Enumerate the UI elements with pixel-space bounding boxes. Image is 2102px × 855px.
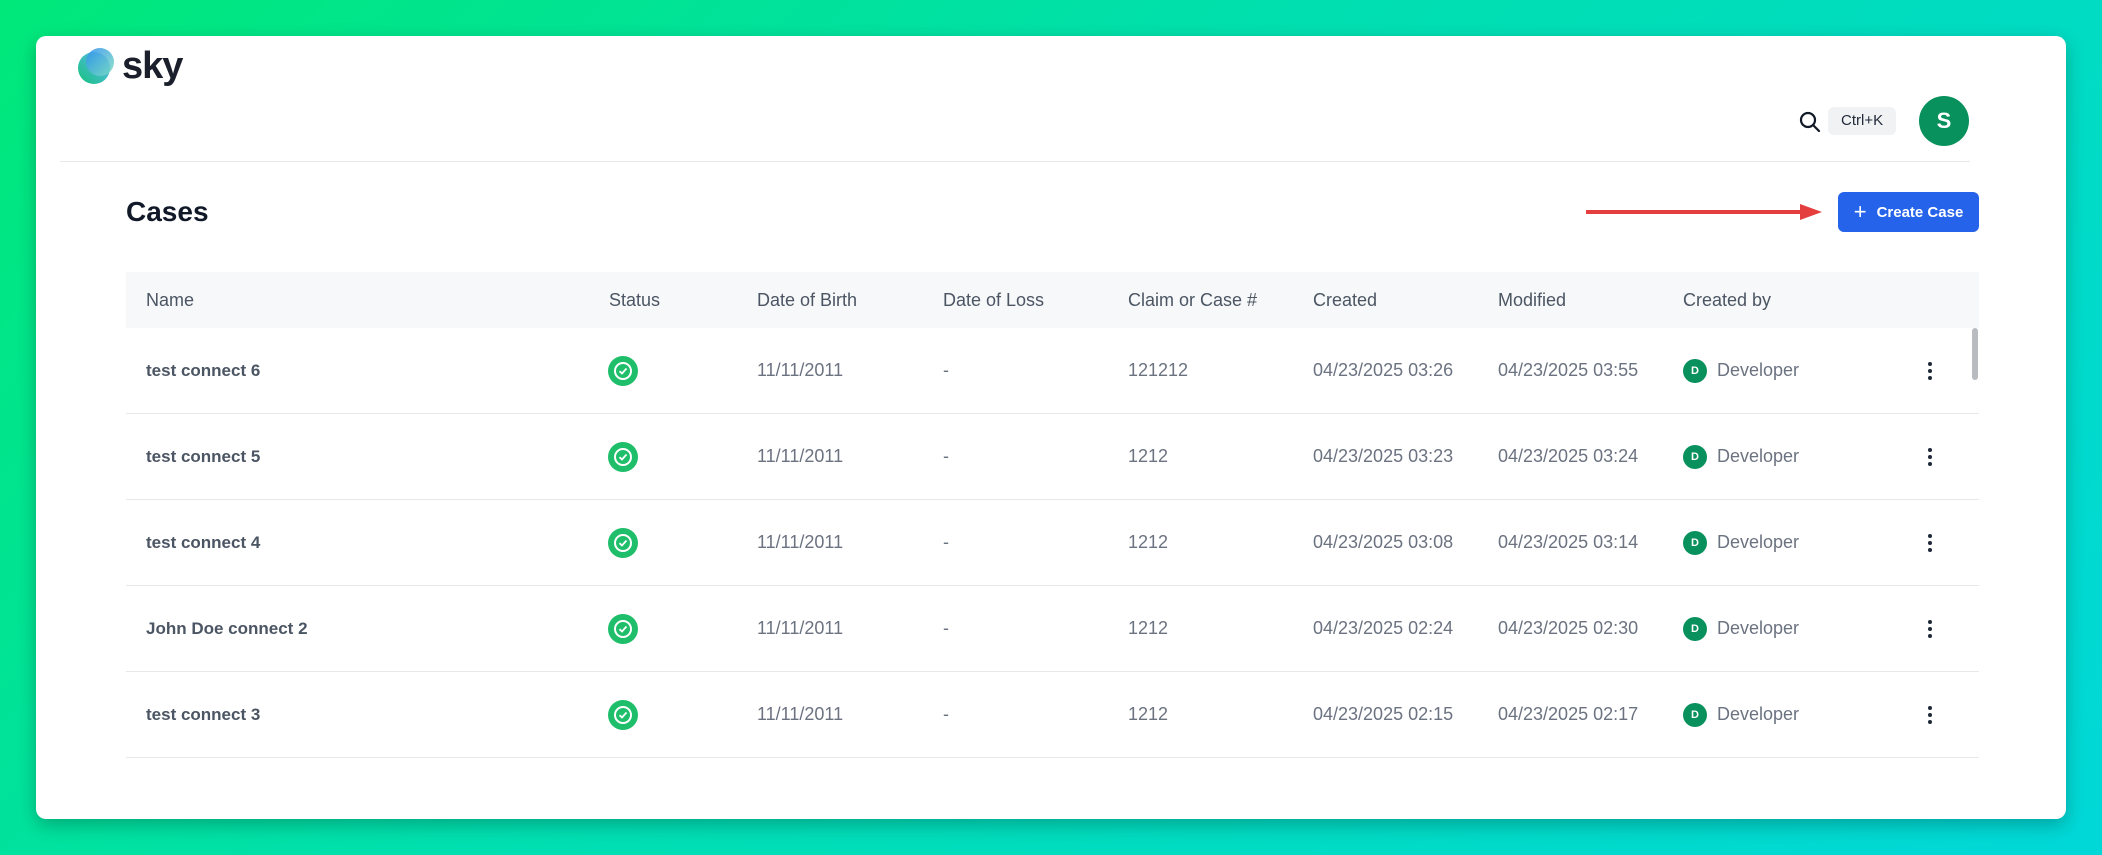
column-header-created[interactable]: Created (1313, 290, 1377, 311)
creator-name: Developer (1717, 704, 1800, 724)
case-name[interactable]: test connect 5 (146, 447, 260, 467)
check-circle-icon (608, 355, 638, 386)
claim-number: 1212 (1128, 532, 1169, 552)
claim-number: 1212 (1128, 446, 1169, 466)
claim-number: 1212 (1128, 618, 1169, 638)
case-name[interactable]: John Doe connect 2 (146, 619, 308, 639)
logo[interactable]: sky (74, 44, 183, 88)
more-vertical-icon[interactable] (1922, 531, 1938, 555)
table-row[interactable]: test connect 6 11/11/2011 - 121212 04/23… (126, 328, 1979, 414)
table-row[interactable]: test connect 4 11/11/2011 - 1212 04/23/2… (126, 500, 1979, 586)
search-icon[interactable] (1799, 111, 1821, 133)
create-case-label: Create Case (1876, 203, 1964, 221)
creator-avatar: D (1683, 444, 1707, 469)
annotation-arrow (1586, 204, 1822, 220)
created-by: D Developer (1683, 358, 1800, 383)
creator-avatar: D (1683, 702, 1707, 727)
plus-icon: + (1853, 199, 1867, 224)
case-name[interactable]: test connect 6 (146, 361, 260, 381)
cases-table: Name Status Date of Birth Date of Loss C… (126, 272, 1979, 758)
creator-name: Developer (1717, 360, 1800, 380)
table-scrollbar[interactable] (1972, 328, 1978, 380)
sky-logo-icon (78, 48, 114, 84)
check-circle-icon (608, 613, 638, 644)
modified-date: 04/23/2025 02:17 (1498, 704, 1639, 724)
create-case-button[interactable]: + Create Case (1838, 192, 1979, 232)
table-row[interactable]: John Doe connect 2 11/11/2011 - 1212 04/… (126, 586, 1979, 672)
creator-name: Developer (1717, 532, 1800, 552)
created-by: D Developer (1683, 444, 1800, 469)
date-of-birth: 11/11/2011 (757, 360, 844, 380)
claim-number: 121212 (1128, 360, 1189, 380)
column-header-name[interactable]: Name (146, 290, 194, 311)
date-of-loss: - (943, 446, 949, 466)
table-row[interactable]: test connect 3 11/11/2011 - 1212 04/23/2… (126, 672, 1979, 758)
column-header-created-by[interactable]: Created by (1683, 290, 1771, 311)
modified-date: 04/23/2025 03:55 (1498, 360, 1639, 380)
creator-avatar: D (1683, 358, 1707, 383)
date-of-loss: - (943, 618, 949, 638)
created-date: 04/23/2025 02:24 (1313, 618, 1454, 638)
column-header-modified[interactable]: Modified (1498, 290, 1566, 311)
check-circle-icon (608, 699, 638, 730)
column-header-status[interactable]: Status (609, 290, 660, 311)
more-vertical-icon[interactable] (1922, 445, 1938, 469)
table-header: Name Status Date of Birth Date of Loss C… (126, 272, 1979, 328)
column-header-dol[interactable]: Date of Loss (943, 290, 1044, 311)
more-vertical-icon[interactable] (1922, 617, 1938, 641)
creator-name: Developer (1717, 446, 1800, 466)
top-bar (60, 54, 1970, 162)
case-name[interactable]: test connect 4 (146, 533, 260, 553)
check-circle-icon (608, 441, 638, 472)
created-date: 04/23/2025 03:23 (1313, 446, 1454, 466)
date-of-loss: - (943, 532, 949, 552)
creator-avatar: D (1683, 530, 1707, 555)
created-by: D Developer (1683, 616, 1800, 641)
column-header-dob[interactable]: Date of Birth (757, 290, 857, 311)
created-date: 04/23/2025 03:26 (1313, 360, 1454, 380)
created-date: 04/23/2025 02:15 (1313, 704, 1454, 724)
date-of-birth: 11/11/2011 (757, 446, 844, 466)
column-header-claim[interactable]: Claim or Case # (1128, 290, 1257, 311)
modified-date: 04/23/2025 03:24 (1498, 446, 1639, 466)
date-of-birth: 11/11/2011 (757, 704, 844, 724)
case-name[interactable]: test connect 3 (146, 705, 260, 725)
created-date: 04/23/2025 03:08 (1313, 532, 1454, 552)
date-of-birth: 11/11/2011 (757, 618, 844, 638)
user-avatar[interactable]: S (1919, 96, 1969, 146)
logo-text: sky (122, 44, 183, 87)
claim-number: 1212 (1128, 704, 1169, 724)
date-of-loss: - (943, 360, 949, 380)
table-row[interactable]: test connect 5 11/11/2011 - 1212 04/23/2… (126, 414, 1979, 500)
date-of-loss: - (943, 704, 949, 724)
check-circle-icon (608, 527, 638, 558)
creator-avatar: D (1683, 616, 1707, 641)
page-title: Cases (126, 196, 209, 227)
modified-date: 04/23/2025 03:14 (1498, 532, 1639, 552)
search-shortcut[interactable]: Ctrl+K (1828, 107, 1897, 135)
more-vertical-icon[interactable] (1922, 703, 1938, 727)
more-vertical-icon[interactable] (1922, 359, 1938, 383)
creator-name: Developer (1717, 618, 1800, 638)
created-by: D Developer (1683, 530, 1800, 555)
created-by: D Developer (1683, 702, 1800, 727)
modified-date: 04/23/2025 02:30 (1498, 618, 1639, 638)
date-of-birth: 11/11/2011 (757, 532, 844, 552)
